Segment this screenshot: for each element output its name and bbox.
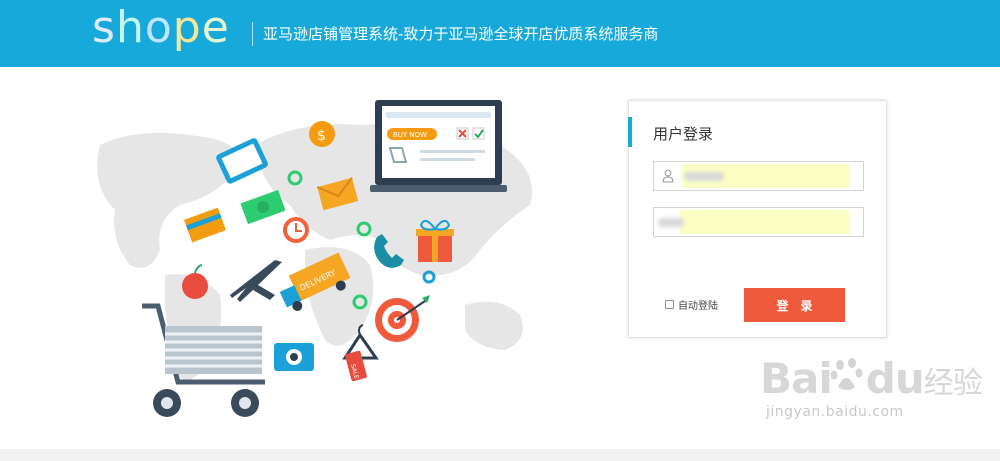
- apple-icon: [182, 264, 208, 299]
- panel-accent-bar: [628, 117, 632, 147]
- buy-now-label: BUY NOW: [393, 131, 427, 139]
- gear-icon: [422, 270, 436, 284]
- logo-letter: o: [144, 2, 173, 53]
- auto-login-checkbox[interactable]: [665, 300, 674, 309]
- credit-card-icon: [183, 207, 227, 243]
- logo-letter: h: [115, 2, 145, 53]
- alarm-clock-icon: [283, 217, 309, 243]
- banknote-icon: [240, 189, 286, 225]
- watermark-brand-tail: du: [865, 354, 925, 403]
- login-panel: 用户登录 自动登陆 登录: [628, 100, 887, 338]
- auto-login-option[interactable]: 自动登陆: [665, 297, 718, 312]
- laptop-icon: BUY NOW: [370, 100, 507, 192]
- login-title: 用户登录: [653, 125, 714, 143]
- logo-letter: s: [92, 2, 116, 53]
- logo-letter: e: [201, 2, 230, 53]
- username-field[interactable]: [653, 161, 864, 191]
- user-icon: [662, 169, 674, 183]
- site-tagline: 亚马逊店铺管理系统-致力于亚马逊全球开店优质系统服务商: [263, 25, 659, 43]
- logo-letter: p: [172, 2, 202, 53]
- password-autofill: [680, 210, 849, 234]
- camera-icon: [274, 343, 314, 371]
- coin-icon: $: [309, 121, 335, 147]
- shope-logo[interactable]: shope: [92, 2, 230, 53]
- baidu-jingyan-watermark: Bai du经验 jingyan.baidu.com: [760, 354, 983, 420]
- svg-text:$: $: [317, 128, 326, 144]
- watermark-brand: Bai: [760, 354, 833, 403]
- target-icon: [375, 295, 430, 342]
- watermark-url: jingyan.baidu.com: [766, 404, 904, 420]
- ecommerce-illustration: BUY NOW $ DELIVERY SALE: [97, 100, 532, 417]
- airplane-icon: [230, 260, 282, 302]
- auto-login-label: 自动登陆: [678, 301, 718, 312]
- password-field[interactable]: [653, 207, 864, 237]
- password-value: [658, 218, 684, 227]
- paw-icon: [830, 358, 863, 390]
- watermark-cn: 经验: [923, 366, 983, 401]
- header-divider: [252, 22, 253, 46]
- header-bar: shope 亚马逊店铺管理系统-致力于亚马逊全球开店优质系统服务商: [0, 0, 1000, 67]
- login-button[interactable]: 登录: [744, 288, 845, 322]
- footer-bar: [0, 449, 1000, 461]
- username-value: [684, 172, 724, 181]
